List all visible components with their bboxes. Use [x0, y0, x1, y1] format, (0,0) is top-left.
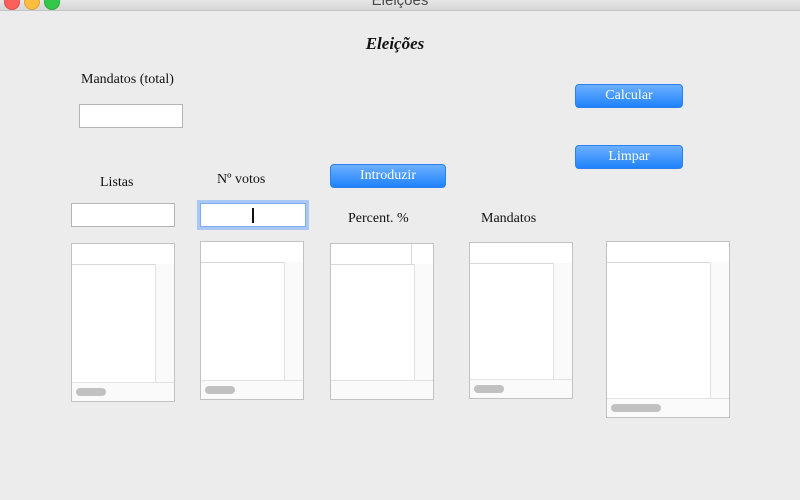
vertical-scrollbar[interactable]	[553, 263, 572, 380]
listas-listbox[interactable]	[71, 243, 175, 402]
horizontal-scrollbar[interactable]	[470, 379, 572, 398]
n-votos-listbox[interactable]	[200, 241, 304, 400]
mandatos-label: Mandatos	[481, 211, 537, 226]
mandatos-listbox[interactable]	[469, 242, 573, 399]
introduzir-button[interactable]: Introduzir	[330, 164, 446, 188]
listas-label: Listas	[100, 175, 134, 190]
mandatos-total-label: Mandatos (total)	[81, 72, 174, 87]
listbox-header	[470, 243, 572, 264]
listbox-header	[201, 242, 303, 263]
horizontal-scrollbar[interactable]	[72, 382, 174, 401]
percent-listbox[interactable]	[330, 243, 434, 400]
window-title: Eleições	[371, 0, 429, 9]
scrollbar-thumb[interactable]	[474, 385, 504, 393]
horizontal-scrollbar[interactable]	[201, 380, 303, 399]
vertical-scrollbar[interactable]	[155, 264, 174, 383]
text-caret	[252, 208, 254, 223]
n-votos-label: Nº votos	[217, 172, 266, 187]
scrollbar-thumb[interactable]	[76, 388, 106, 396]
limpar-button[interactable]: Limpar	[575, 145, 683, 169]
results-listbox[interactable]	[606, 241, 730, 418]
calcular-button[interactable]: Calcular	[575, 84, 683, 108]
column-divider	[411, 244, 412, 264]
percent-label: Percent. %	[348, 211, 409, 226]
app-window: Eleições Eleições Mandatos (total) Calcu…	[0, 0, 800, 500]
page-title: Eleições	[365, 34, 425, 53]
listbox-header	[72, 244, 174, 265]
listbox-header	[607, 242, 729, 263]
vertical-scrollbar[interactable]	[710, 262, 729, 399]
n-votos-input[interactable]	[200, 203, 306, 227]
horizontal-scrollbar[interactable]	[607, 398, 729, 417]
title-bar: Eleições	[0, 0, 800, 11]
vertical-scrollbar[interactable]	[414, 264, 433, 381]
scrollbar-thumb[interactable]	[205, 386, 235, 394]
vertical-scrollbar[interactable]	[284, 262, 303, 381]
horizontal-scrollbar[interactable]	[331, 380, 433, 399]
listas-input[interactable]	[71, 203, 175, 227]
listbox-header	[331, 244, 433, 265]
scrollbar-thumb[interactable]	[611, 404, 661, 412]
mandatos-total-input[interactable]	[79, 104, 183, 128]
